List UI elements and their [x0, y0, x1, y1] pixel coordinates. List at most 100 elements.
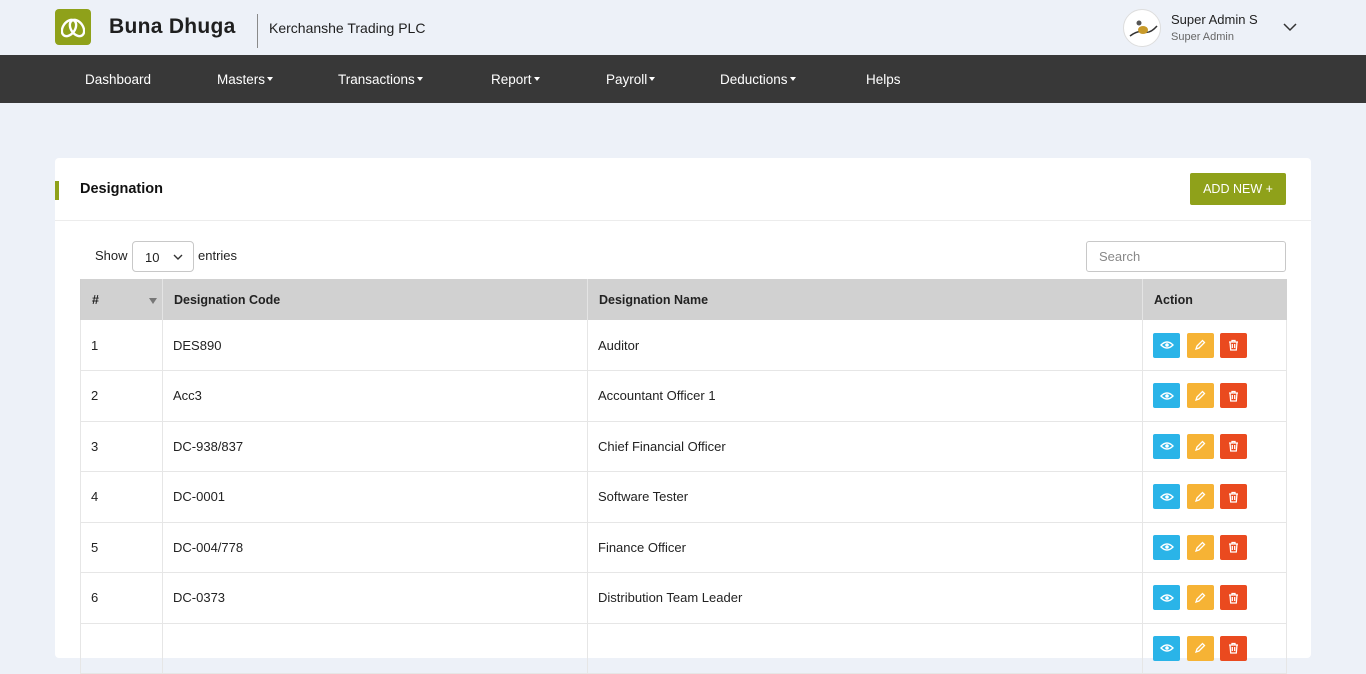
add-new-button[interactable]: ADD NEW +: [1190, 173, 1286, 205]
delete-button[interactable]: [1220, 383, 1248, 409]
caret-down-icon: [267, 77, 274, 81]
col-header-code[interactable]: Designation Code: [162, 279, 588, 320]
cell-name: Distribution Team Leader: [587, 572, 1143, 624]
delete-button[interactable]: [1220, 484, 1248, 510]
table-row: 1 DES890 Auditor: [80, 320, 1287, 371]
row-number: 5: [91, 539, 99, 555]
nav-deductions-label: Deductions: [720, 72, 788, 87]
avatar-image-icon: [1129, 20, 1158, 37]
trash-icon: [1229, 542, 1239, 553]
table-row: 3 DC-938/837 Chief Financial Officer: [80, 421, 1287, 472]
nav-report-label: Report: [491, 72, 532, 87]
col-header-number[interactable]: #: [80, 279, 163, 320]
eye-icon: [1159, 543, 1174, 551]
table-row: 6 DC-0373 Distribution Team Leader: [80, 572, 1287, 624]
cell-actions: [1142, 471, 1287, 523]
nav-deductions[interactable]: Deductions: [720, 72, 796, 87]
cell-number: 2: [80, 370, 163, 422]
cell-number: 1: [80, 320, 163, 371]
trash-icon: [1229, 390, 1239, 402]
chevron-down-icon[interactable]: [1283, 20, 1297, 34]
cell-code: DES890: [162, 320, 588, 371]
user-avatar[interactable]: [1123, 9, 1161, 47]
pencil-icon: [1195, 491, 1206, 502]
nav-masters[interactable]: Masters: [217, 72, 274, 87]
edit-button[interactable]: [1186, 484, 1214, 510]
designation-name: Auditor: [598, 337, 640, 353]
cell-code: DC-004/778: [162, 522, 588, 573]
leaf-logo-icon: [61, 18, 85, 38]
eye-icon: [1159, 392, 1174, 400]
nav-helps[interactable]: Helps: [866, 72, 901, 87]
trash-icon: [1229, 643, 1239, 654]
cell-code: Acc3: [162, 370, 588, 422]
main-nav: Dashboard Masters Transactions Report Pa…: [0, 55, 1366, 103]
trash-icon: [1229, 441, 1239, 452]
search-input[interactable]: [1086, 241, 1286, 272]
view-button[interactable]: [1153, 433, 1180, 459]
col-header-action: Action: [1142, 279, 1287, 320]
eye-icon: [1159, 442, 1174, 450]
nav-payroll[interactable]: Payroll: [606, 72, 656, 87]
delete-button[interactable]: [1220, 585, 1248, 611]
view-button[interactable]: [1153, 484, 1180, 510]
col-header-action-label: Action: [1154, 292, 1193, 307]
view-button[interactable]: [1153, 383, 1180, 409]
designation-code: Acc3: [173, 388, 202, 404]
cell-name: [587, 623, 1143, 674]
delete-button[interactable]: [1220, 635, 1248, 661]
edit-button[interactable]: [1186, 332, 1214, 358]
eye-icon: [1159, 341, 1174, 349]
page-title: Designation: [80, 181, 163, 197]
view-button[interactable]: [1153, 332, 1180, 358]
cell-actions: [1142, 370, 1287, 422]
entries-select[interactable]: 10: [132, 241, 194, 272]
delete-button[interactable]: [1220, 332, 1248, 358]
nav-dashboard[interactable]: Dashboard: [85, 72, 151, 87]
nav-masters-label: Masters: [217, 72, 266, 87]
eye-icon: [1159, 644, 1174, 652]
cell-name: Accountant Officer 1: [587, 370, 1143, 422]
delete-button[interactable]: [1220, 433, 1248, 459]
entries-label: entries: [198, 248, 238, 263]
cell-actions: [1142, 421, 1287, 472]
entries-select-value: 10: [145, 250, 160, 265]
cell-actions: [1142, 572, 1287, 624]
designation-name: Software Tester: [598, 489, 689, 505]
nav-report[interactable]: Report: [491, 72, 540, 87]
view-button[interactable]: [1153, 534, 1180, 560]
row-number: 1: [91, 337, 99, 353]
designation-name: Chief Financial Officer: [598, 438, 726, 454]
pencil-icon: [1195, 642, 1206, 654]
table-row: 2 Acc3 Accountant Officer 1: [80, 370, 1287, 422]
cell-actions: [1142, 623, 1287, 674]
brand-logo[interactable]: [55, 9, 91, 45]
eye-icon: [1159, 493, 1174, 501]
delete-button[interactable]: [1220, 534, 1248, 560]
edit-button[interactable]: [1186, 534, 1214, 560]
view-button[interactable]: [1153, 585, 1180, 611]
pencil-icon: [1195, 339, 1206, 351]
cell-name: Software Tester: [587, 471, 1143, 523]
pencil-icon: [1195, 592, 1206, 603]
cell-number: 4: [80, 471, 163, 523]
company-name: Kerchanshe Trading PLC: [269, 20, 426, 36]
designation-code: DC-0001: [173, 489, 226, 505]
table-row: 5 DC-004/778 Finance Officer: [80, 522, 1287, 573]
table-header-row: # Designation Code Designation Name Acti…: [80, 279, 1287, 320]
edit-button[interactable]: [1186, 383, 1214, 409]
chevron-down-icon: [173, 254, 183, 260]
nav-transactions[interactable]: Transactions: [338, 72, 423, 87]
view-button[interactable]: [1153, 635, 1180, 661]
designation-name: Accountant Officer 1: [598, 388, 716, 404]
row-number: 6: [91, 590, 99, 606]
row-number: 4: [91, 489, 99, 505]
col-header-name[interactable]: Designation Name: [587, 279, 1143, 320]
col-header-name-label: Designation Name: [599, 292, 709, 307]
edit-button[interactable]: [1186, 585, 1214, 611]
row-number: 2: [91, 388, 99, 404]
edit-button[interactable]: [1186, 635, 1214, 661]
row-number: 3: [91, 438, 99, 454]
edit-button[interactable]: [1186, 433, 1214, 459]
user-name[interactable]: Super Admin S: [1171, 12, 1258, 27]
